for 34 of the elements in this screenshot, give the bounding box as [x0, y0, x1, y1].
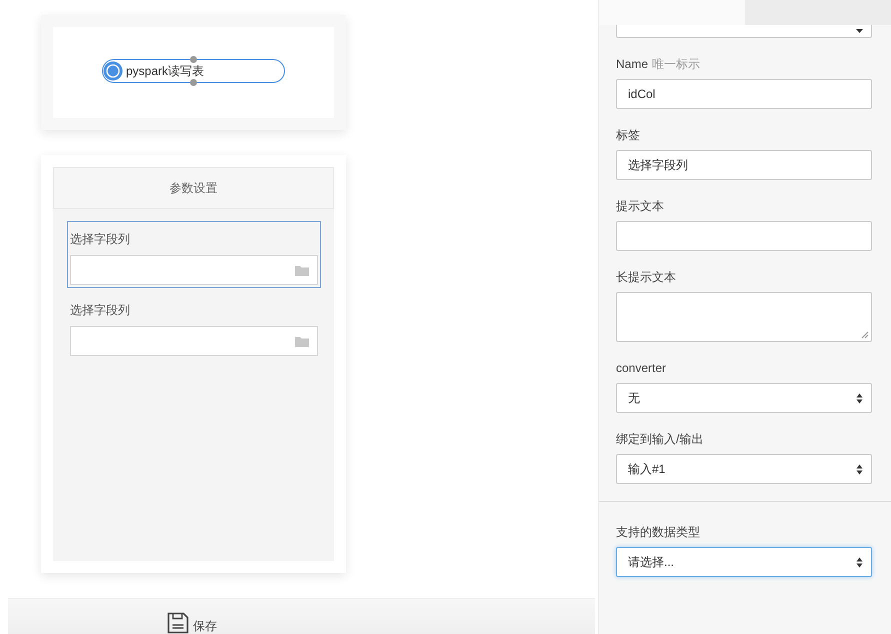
caret-icon — [856, 29, 863, 33]
field-label: 标签 — [616, 127, 641, 144]
folder-icon — [295, 264, 309, 276]
updown-caret-icon — [856, 392, 863, 404]
field-label: 选择字段列 — [70, 231, 131, 248]
field-label: 支持的数据类型 — [616, 524, 701, 541]
updown-caret-icon — [856, 464, 863, 474]
input-field[interactable] — [70, 255, 318, 285]
connection-handle[interactable] — [190, 79, 197, 86]
input-field[interactable] — [70, 326, 318, 356]
updown-caret-icon — [856, 556, 863, 568]
input-field[interactable]: 选择字段列 — [616, 150, 872, 180]
flow-node[interactable]: pyspark读写表 — [102, 59, 285, 83]
text-area[interactable] — [616, 292, 872, 342]
field-label: Name 唯一标示 — [616, 56, 702, 73]
node-circle-icon — [103, 61, 123, 81]
select-field[interactable]: 输入#1 — [616, 454, 872, 484]
save-button[interactable]: 保存 — [167, 612, 217, 634]
field-label: 长提示文本 — [616, 269, 677, 286]
select-field[interactable]: 请选择... — [616, 547, 872, 577]
panel-header: 参数设置 — [53, 167, 334, 209]
input-field[interactable]: idCol — [616, 79, 872, 109]
connection-handle[interactable] — [190, 56, 197, 63]
field-group[interactable]: 选择字段列 — [67, 221, 321, 288]
resize-grip-icon — [861, 331, 869, 339]
folder-icon — [295, 335, 309, 347]
field-label: 选择字段列 — [70, 302, 131, 319]
input-field[interactable] — [616, 221, 872, 251]
select-field[interactable]: 无 — [616, 383, 872, 413]
save-icon — [167, 612, 189, 634]
select-field[interactable] — [616, 25, 872, 38]
field-label: 绑定到输入/输出 — [616, 431, 704, 448]
field-label: 提示文本 — [616, 198, 665, 215]
field-label: converter — [616, 360, 668, 377]
